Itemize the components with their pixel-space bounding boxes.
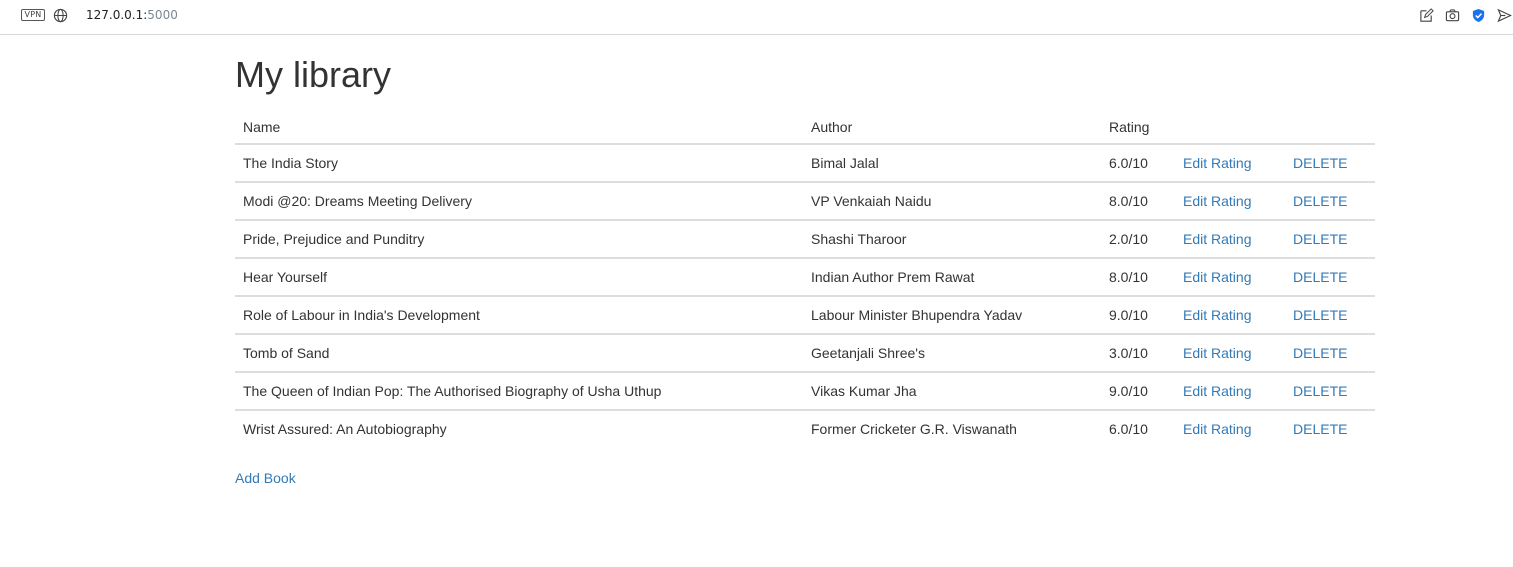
edit-rating-link[interactable]: Edit Rating bbox=[1183, 345, 1251, 361]
vpn-icon[interactable]: VPN bbox=[21, 9, 45, 21]
url-field[interactable]: 127.0.0.1:5000 bbox=[86, 8, 178, 22]
book-rating: 3.0/10 bbox=[1101, 333, 1175, 373]
delete-link[interactable]: DELETE bbox=[1293, 193, 1347, 209]
edit-rating-link[interactable]: Edit Rating bbox=[1183, 307, 1251, 323]
add-book-link[interactable]: Add Book bbox=[235, 470, 296, 486]
edit-rating-link[interactable]: Edit Rating bbox=[1183, 193, 1251, 209]
book-rating: 8.0/10 bbox=[1101, 257, 1175, 297]
book-name: Tomb of Sand bbox=[235, 333, 803, 373]
book-author: Vikas Kumar Jha bbox=[803, 371, 1101, 411]
edit-page-icon[interactable] bbox=[1419, 8, 1434, 23]
edit-rating-link[interactable]: Edit Rating bbox=[1183, 155, 1251, 171]
delete-link[interactable]: DELETE bbox=[1293, 307, 1347, 323]
book-author: Shashi Tharoor bbox=[803, 219, 1101, 259]
book-rating: 6.0/10 bbox=[1101, 143, 1175, 183]
table-row: Pride, Prejudice and Punditry Shashi Tha… bbox=[235, 219, 1375, 259]
delete-link[interactable]: DELETE bbox=[1293, 345, 1347, 361]
delete-link[interactable]: DELETE bbox=[1293, 421, 1347, 437]
browser-address-bar: VPN 127.0.0.1:5000 bbox=[0, 0, 1513, 35]
header-name: Name bbox=[235, 106, 803, 145]
book-name: Wrist Assured: An Autobiography bbox=[243, 421, 447, 438]
book-name: Role of Labour in India's Development bbox=[235, 295, 803, 335]
header-edit bbox=[1175, 106, 1285, 145]
book-rating: 2.0/10 bbox=[1101, 219, 1175, 259]
book-name: Pride, Prejudice and Punditry bbox=[235, 219, 803, 259]
library-table: Name Author Rating The India Story Bimal… bbox=[235, 106, 1375, 448]
header-author: Author bbox=[803, 106, 1101, 145]
delete-link[interactable]: DELETE bbox=[1293, 231, 1347, 247]
shield-check-icon[interactable] bbox=[1471, 8, 1486, 23]
edit-rating-link[interactable]: Edit Rating bbox=[1183, 269, 1251, 285]
page-title: My library bbox=[235, 54, 392, 95]
book-author: Bimal Jalal bbox=[803, 143, 1101, 183]
book-rating: 6.0/10 bbox=[1109, 421, 1148, 438]
edit-rating-link[interactable]: Edit Rating bbox=[1183, 231, 1251, 247]
header-delete bbox=[1285, 106, 1375, 145]
book-rating: 9.0/10 bbox=[1101, 371, 1175, 411]
delete-link[interactable]: DELETE bbox=[1293, 383, 1347, 399]
table-row: Hear Yourself Indian Author Prem Rawat 8… bbox=[235, 257, 1375, 297]
table-row: Wrist Assured: An Autobiography Former C… bbox=[235, 410, 1375, 448]
table-row: Role of Labour in India's Development La… bbox=[235, 295, 1375, 335]
delete-link[interactable]: DELETE bbox=[1293, 155, 1347, 171]
book-rating: 8.0/10 bbox=[1101, 181, 1175, 221]
edit-rating-link[interactable]: Edit Rating bbox=[1183, 421, 1251, 437]
book-rating: 9.0/10 bbox=[1101, 295, 1175, 335]
header-rating: Rating bbox=[1101, 106, 1175, 145]
book-author: Labour Minister Bhupendra Yadav bbox=[803, 295, 1101, 335]
table-row: Tomb of Sand Geetanjali Shree's 3.0/10 E… bbox=[235, 333, 1375, 373]
book-author: Geetanjali Shree's bbox=[803, 333, 1101, 373]
book-author: Indian Author Prem Rawat bbox=[803, 257, 1101, 297]
table-row: The India Story Bimal Jalal 6.0/10 Edit … bbox=[235, 143, 1375, 183]
url-port: 5000 bbox=[147, 8, 178, 22]
camera-icon[interactable] bbox=[1445, 8, 1460, 23]
delete-link[interactable]: DELETE bbox=[1293, 269, 1347, 285]
globe-icon[interactable] bbox=[53, 8, 68, 23]
book-name: Hear Yourself bbox=[235, 257, 803, 297]
book-author: VP Venkaiah Naidu bbox=[803, 181, 1101, 221]
book-author: Former Cricketer G.R. Viswanath bbox=[811, 421, 1017, 438]
book-name: Modi @20: Dreams Meeting Delivery bbox=[235, 181, 803, 221]
main-container: My library Name Author Rating The India … bbox=[235, 35, 1375, 488]
edit-rating-link[interactable]: Edit Rating bbox=[1183, 383, 1251, 399]
book-name: The India Story bbox=[235, 143, 803, 183]
send-icon[interactable] bbox=[1497, 8, 1512, 23]
book-name: The Queen of Indian Pop: The Authorised … bbox=[235, 371, 803, 411]
table-row: The Queen of Indian Pop: The Authorised … bbox=[235, 371, 1375, 411]
table-header-row: Name Author Rating bbox=[235, 106, 1375, 145]
table-row: Modi @20: Dreams Meeting Delivery VP Ven… bbox=[235, 181, 1375, 221]
url-host: 127.0.0.1: bbox=[86, 8, 148, 22]
